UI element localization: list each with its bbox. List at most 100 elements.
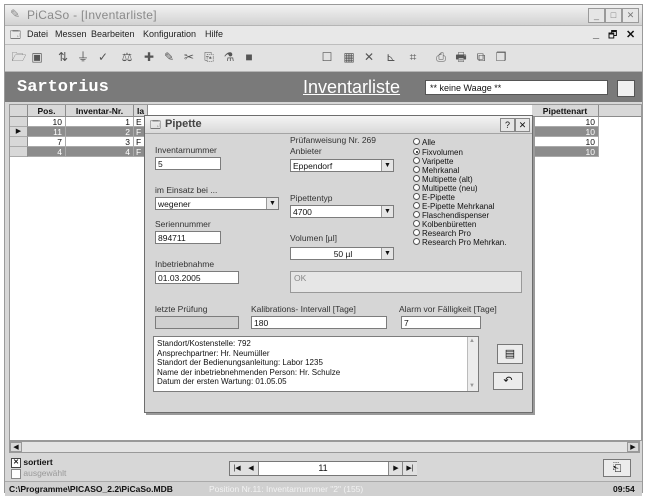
close-button[interactable]: ✕ [622, 8, 639, 23]
menu-hilfe[interactable]: Hilfe [205, 29, 223, 39]
radio-button[interactable] [413, 211, 420, 218]
chart-icon[interactable]: ⊾ [383, 49, 399, 65]
checkbox-box[interactable] [11, 468, 21, 479]
radio-button[interactable] [413, 238, 420, 245]
radio-option[interactable]: Kolbenbüretten [413, 220, 476, 229]
weight-icon[interactable]: ⚗ [221, 49, 237, 65]
volumen-dropdown[interactable]: 50 µl ▼ [290, 247, 394, 260]
pipettentyp-dropdown[interactable]: 4700 ▼ [290, 205, 394, 218]
check-icon[interactable]: ✓ [95, 49, 111, 65]
radio-button[interactable] [413, 202, 420, 209]
record-number[interactable]: 11 [258, 462, 388, 475]
scroll-down-icon[interactable]: ▼ [469, 382, 475, 392]
current-row-indicator[interactable]: ▶ [10, 127, 28, 137]
radio-option[interactable]: Research Pro Mehrkan. [413, 238, 506, 247]
sortiert-checkbox[interactable]: ✕ sortiert [11, 457, 53, 468]
row-selector[interactable] [10, 137, 28, 147]
scroll-up-icon[interactable]: ▲ [469, 337, 475, 347]
radio-option[interactable]: E-Pipette Mehrkanal [413, 202, 494, 211]
radio-button[interactable] [413, 229, 420, 236]
copy-record-icon[interactable]: ⎘ [201, 49, 217, 65]
tools-icon[interactable]: ✕ [361, 49, 377, 65]
radio-button[interactable] [413, 138, 420, 145]
table-cell-inventar[interactable]: 4 [66, 147, 134, 157]
radio-button[interactable] [413, 166, 420, 173]
radio-button[interactable] [413, 157, 420, 164]
table-cell-pipettenart[interactable]: 10 [532, 117, 599, 127]
table-cell-pipettenart[interactable]: 10 [532, 127, 599, 137]
scale-select[interactable]: ** keine Waage ** [425, 80, 608, 95]
chevron-down-icon[interactable]: ▼ [266, 198, 278, 209]
edit-record-icon[interactable]: ✎ [161, 49, 177, 65]
radio-option[interactable]: Research Pro [413, 229, 471, 238]
notes-textarea[interactable]: Standort/Kostenstelle: 792 Ansprechpartn… [153, 336, 479, 392]
radio-button[interactable] [413, 175, 420, 182]
checkbox-box[interactable]: ✕ [11, 457, 21, 468]
radio-option[interactable]: Multipette (neu) [413, 184, 478, 193]
radio-option[interactable]: Multipette (alt) [413, 175, 473, 184]
letzte-pruefung-field[interactable] [155, 316, 239, 329]
stop-icon[interactable]: ■ [241, 49, 257, 65]
chevron-down-icon[interactable]: ▼ [381, 160, 393, 171]
mdi-minimize-button[interactable]: _ [593, 28, 599, 40]
scroll-left-button[interactable]: ◀ [10, 442, 22, 452]
print-preview-icon[interactable]: ⎙ [433, 49, 449, 65]
radio-option[interactable]: Mehrkanal [413, 166, 459, 175]
first-record-button[interactable]: |◀ [230, 462, 245, 475]
filter-icon[interactable]: ⏚ [75, 49, 91, 65]
ausgewaehlt-checkbox[interactable]: ausgewählt [11, 468, 66, 479]
radio-button[interactable] [413, 148, 420, 155]
row-selector[interactable] [10, 117, 28, 127]
dialog-close-button[interactable]: ✕ [515, 118, 530, 132]
copy-icon[interactable]: ❐ [493, 49, 509, 65]
table-cell-pipettenart[interactable]: 10 [532, 147, 599, 157]
inbetriebnahme-field[interactable]: 01.03.2005 [155, 271, 239, 284]
radio-option[interactable]: Fixvolumen [413, 148, 463, 157]
alarm-field[interactable]: 7 [401, 316, 481, 329]
chevron-down-icon[interactable]: ▼ [381, 206, 393, 217]
radio-button[interactable] [413, 184, 420, 191]
radio-option[interactable]: E-Pipette [413, 193, 455, 202]
radio-option[interactable]: Flaschendispenser [413, 211, 489, 220]
last-record-button[interactable]: ▶| [402, 462, 417, 475]
table-cell-pipettenart[interactable]: 10 [532, 137, 599, 147]
add-record-icon[interactable]: ✚ [141, 49, 157, 65]
column-header-pipettenart[interactable]: Pipettenart [532, 105, 599, 117]
horizontal-scrollbar[interactable]: ◀ ▶ [9, 441, 640, 453]
table-cell-inventar[interactable]: 1 [66, 117, 134, 127]
radio-button[interactable] [413, 220, 420, 227]
scale-icon[interactable]: ⚖ [119, 49, 135, 65]
table-cell-pos[interactable]: 7 [28, 137, 66, 147]
scale-connect-button[interactable] [617, 80, 635, 97]
dialog-help-button[interactable]: ? [500, 118, 515, 132]
report-icon[interactable]: ⌗ [405, 49, 421, 65]
table-cell-inventar[interactable]: 3 [66, 137, 134, 147]
menu-datei[interactable]: Datei [27, 29, 48, 39]
table-cell-pos[interactable]: 10 [28, 117, 66, 127]
exit-button[interactable]: ⎗ [603, 459, 631, 477]
sort-az-icon[interactable]: ⇅ [55, 49, 71, 65]
kalibrations-intervall-field[interactable]: 180 [251, 316, 387, 329]
radio-button[interactable] [413, 193, 420, 200]
scroll-right-button[interactable]: ▶ [627, 442, 639, 452]
table-cell-pos[interactable]: 4 [28, 147, 66, 157]
seriennummer-field[interactable]: 894711 [155, 231, 221, 244]
chevron-down-icon[interactable]: ▼ [381, 248, 393, 259]
maximize-button[interactable]: □ [605, 8, 622, 23]
minimize-button[interactable]: _ [588, 8, 605, 23]
column-header-inventar-nr[interactable]: Inventar-Nr. [66, 105, 134, 117]
window-icon[interactable]: ☐ [319, 49, 335, 65]
save-icon[interactable]: ▣ [29, 49, 45, 65]
column-header-pos[interactable]: Pos. [28, 105, 66, 117]
mdi-close-button[interactable]: ✕ [626, 28, 635, 41]
menu-bearbeiten[interactable]: Bearbeiten [91, 29, 135, 39]
undo-button[interactable]: ↶ [493, 372, 523, 390]
inventarnummer-field[interactable]: 5 [155, 157, 221, 170]
radio-option[interactable]: Alle [413, 138, 435, 147]
table-cell-pos[interactable]: 11 [28, 127, 66, 137]
radio-option[interactable]: Varipette [413, 157, 453, 166]
table-cell-inventar[interactable]: 2 [66, 127, 134, 137]
einsatz-dropdown[interactable]: wegener ▼ [155, 197, 279, 210]
menu-konfiguration[interactable]: Konfiguration [143, 29, 196, 39]
grid-icon[interactable]: ▦ [341, 49, 357, 65]
